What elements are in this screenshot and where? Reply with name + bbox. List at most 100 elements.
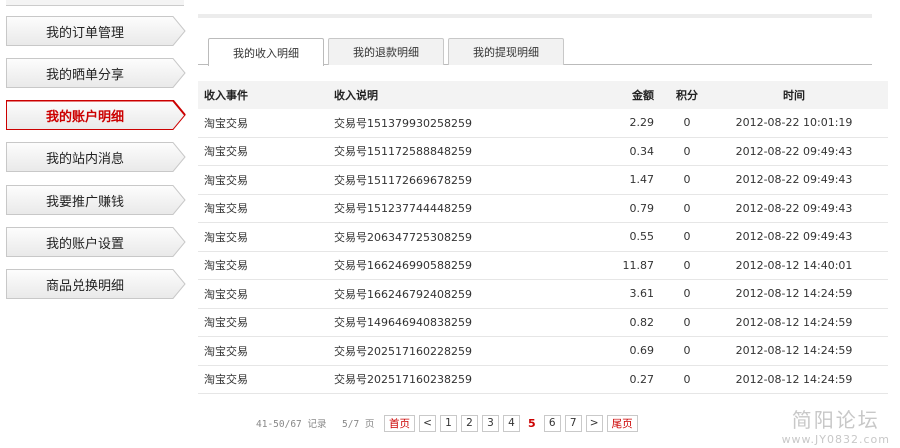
cell-time: 2012-08-22 10:01:19	[735, 116, 853, 130]
cell-amount: 11.87	[622, 258, 655, 272]
first-page-button[interactable]: 首页	[384, 414, 415, 432]
next-page-button[interactable]: >	[585, 414, 603, 432]
tab-refund-details[interactable]: 我的退款明细	[328, 38, 444, 65]
table-body: 淘宝交易 交易号151379930258259 2.29 0 2012-08-22 10…	[198, 109, 888, 394]
prev-page-button[interactable]: <	[419, 414, 436, 432]
cell-time: 2012-08-22 09:49:43	[735, 173, 853, 187]
cell-points: 0	[683, 287, 691, 301]
cell-event: 淘宝交易	[204, 287, 248, 301]
tab-income-details[interactable]: 我的收入明细	[208, 38, 324, 66]
sidebar-item-label: 我的账户明细	[45, 109, 124, 125]
table-row: 淘宝交易 交易号151172588848259 0.34 0 2012-08-22 09…	[198, 138, 888, 166]
table-header: 收入事件 收入说明 金额 积分 时间	[198, 81, 888, 109]
page-number-button[interactable]: 6	[543, 414, 561, 432]
sidebar-item-label: 我要推广赚钱	[45, 194, 124, 210]
table-row: 淘宝交易 交易号151237744448259 0.79 0 2012-08-22 09…	[198, 195, 888, 223]
cell-amount: 2.29	[629, 116, 655, 130]
table-row: 淘宝交易 交易号151172669678259 1.47 0 2012-08-22 09…	[198, 166, 888, 195]
sidebar-top-stub	[6, 0, 184, 6]
cell-event: 淘宝交易	[204, 230, 248, 244]
cell-event: 淘宝交易	[204, 202, 248, 216]
cell-points: 0	[683, 173, 691, 187]
table-row: 淘宝交易 交易号206347725308259 0.55 0 2012-08-22 09…	[198, 223, 888, 252]
page-number-button[interactable]: 7	[564, 414, 582, 432]
top-divider	[198, 14, 872, 18]
col-header-amount: 金额	[632, 89, 654, 102]
current-page: 5	[528, 416, 536, 430]
sidebar-item-orders[interactable]: 我的订单管理	[6, 16, 186, 46]
cell-event: 淘宝交易	[204, 259, 248, 273]
cell-points: 0	[683, 258, 691, 272]
watermark-url: www.JY0832.com	[781, 433, 890, 446]
page-number-button[interactable]: 4	[503, 414, 520, 432]
cell-points: 0	[683, 116, 691, 130]
main-content: 我的收入明细 我的退款明细 我的提现明细 收入事件 收入说明 金额 积分 时间 …	[198, 0, 888, 448]
cell-description: 交易号149646940838259	[334, 316, 472, 330]
pagination: 41-50/67 记录 5/7 页 首页 < 1234 5 67 > 尾页	[256, 414, 642, 432]
sidebar-item-share[interactable]: 我的晒单分享	[6, 58, 186, 88]
cell-time: 2012-08-12 14:24:59	[735, 287, 853, 301]
cell-points: 0	[683, 372, 691, 386]
cell-points: 0	[683, 144, 691, 158]
cell-event: 淘宝交易	[204, 344, 248, 358]
cell-points: 0	[683, 344, 691, 358]
cell-points: 0	[683, 201, 691, 215]
cell-description: 交易号202517160238259	[334, 373, 472, 387]
col-header-points: 积分	[676, 89, 698, 102]
table-row: 淘宝交易 交易号166246792408259 3.61 0 2012-08-12 14…	[198, 280, 888, 309]
sidebar-item-label: 我的站内消息	[45, 151, 124, 167]
cell-amount: 0.69	[629, 344, 655, 358]
sidebar-nav: 我的订单管理 我的晒单分享 我的账户明细 我的站内消息 我要推广赚钱 我的账户设置 商品兑换…	[0, 0, 190, 448]
table-row: 淘宝交易 交易号166246990588259 11.87 0 2012-08-12 1…	[198, 252, 888, 280]
sidebar-item-label: 我的晒单分享	[45, 67, 124, 83]
table-row: 淘宝交易 交易号151379930258259 2.29 0 2012-08-22 10…	[198, 109, 888, 138]
cell-time: 2012-08-12 14:24:59	[735, 372, 853, 386]
cell-amount: 0.82	[629, 315, 655, 329]
cell-event: 淘宝交易	[204, 316, 248, 330]
table-row: 淘宝交易 交易号202517160238259 0.27 0 2012-08-12 14…	[198, 366, 888, 394]
last-page-button[interactable]: 尾页	[606, 414, 638, 432]
cell-amount: 1.47	[629, 173, 655, 187]
cell-amount: 0.55	[629, 230, 655, 244]
record-count: 41-50/67 记录	[256, 419, 327, 430]
sidebar-item-exchange[interactable]: 商品兑换明细	[6, 269, 186, 299]
income-table: 收入事件 收入说明 金额 积分 时间 淘宝交易 交易号15137993025825…	[198, 81, 888, 394]
sidebar-item-settings[interactable]: 我的账户设置	[6, 227, 186, 257]
col-header-description: 收入说明	[334, 89, 378, 102]
tab-withdrawal-details[interactable]: 我的提现明细	[448, 38, 564, 65]
col-header-time: 时间	[783, 89, 805, 102]
cell-event: 淘宝交易	[204, 116, 248, 130]
cell-description: 交易号151237744448259	[334, 202, 472, 216]
site-watermark: 简阳论坛 www.JY0832.com	[782, 404, 890, 446]
sidebar-item-messages[interactable]: 我的站内消息	[6, 142, 186, 172]
table-row: 淘宝交易 交易号202517160228259 0.69 0 2012-08-12 14…	[198, 337, 888, 366]
sidebar-item-label: 商品兑换明细	[45, 278, 124, 294]
page-number-button[interactable]: 1	[440, 414, 457, 432]
cell-event: 淘宝交易	[204, 373, 248, 387]
sidebar-item-account-details[interactable]: 我的账户明细	[6, 100, 186, 130]
cell-time: 2012-08-22 09:49:43	[735, 144, 853, 158]
tab-bar: 我的收入明细 我的退款明细 我的提现明细	[198, 38, 872, 66]
cell-points: 0	[683, 315, 691, 329]
sidebar-item-label: 我的账户设置	[45, 236, 124, 252]
cell-amount: 0.34	[629, 144, 655, 158]
page-count: 5/7 页	[342, 419, 375, 430]
cell-time: 2012-08-12 14:24:59	[735, 344, 853, 358]
cell-time: 2012-08-12 14:24:59	[735, 315, 853, 329]
cell-event: 淘宝交易	[204, 145, 248, 159]
cell-amount: 0.79	[629, 201, 655, 215]
cell-time: 2012-08-12 14:40:01	[735, 258, 853, 272]
cell-time: 2012-08-22 09:49:43	[735, 230, 853, 244]
cell-amount: 3.61	[629, 287, 655, 301]
watermark-text: 简阳论坛	[791, 408, 880, 432]
page-number-button[interactable]: 2	[461, 414, 478, 432]
sidebar-item-label: 我的订单管理	[45, 25, 124, 41]
cell-description: 交易号166246792408259	[334, 287, 472, 301]
sidebar-item-promote[interactable]: 我要推广赚钱	[6, 185, 186, 215]
cell-amount: 0.27	[629, 372, 655, 386]
page-number-button[interactable]: 3	[482, 414, 499, 432]
cell-time: 2012-08-22 09:49:43	[735, 201, 853, 215]
cell-points: 0	[683, 230, 691, 244]
cell-description: 交易号206347725308259	[334, 230, 472, 244]
cell-description: 交易号166246990588259	[334, 259, 472, 273]
